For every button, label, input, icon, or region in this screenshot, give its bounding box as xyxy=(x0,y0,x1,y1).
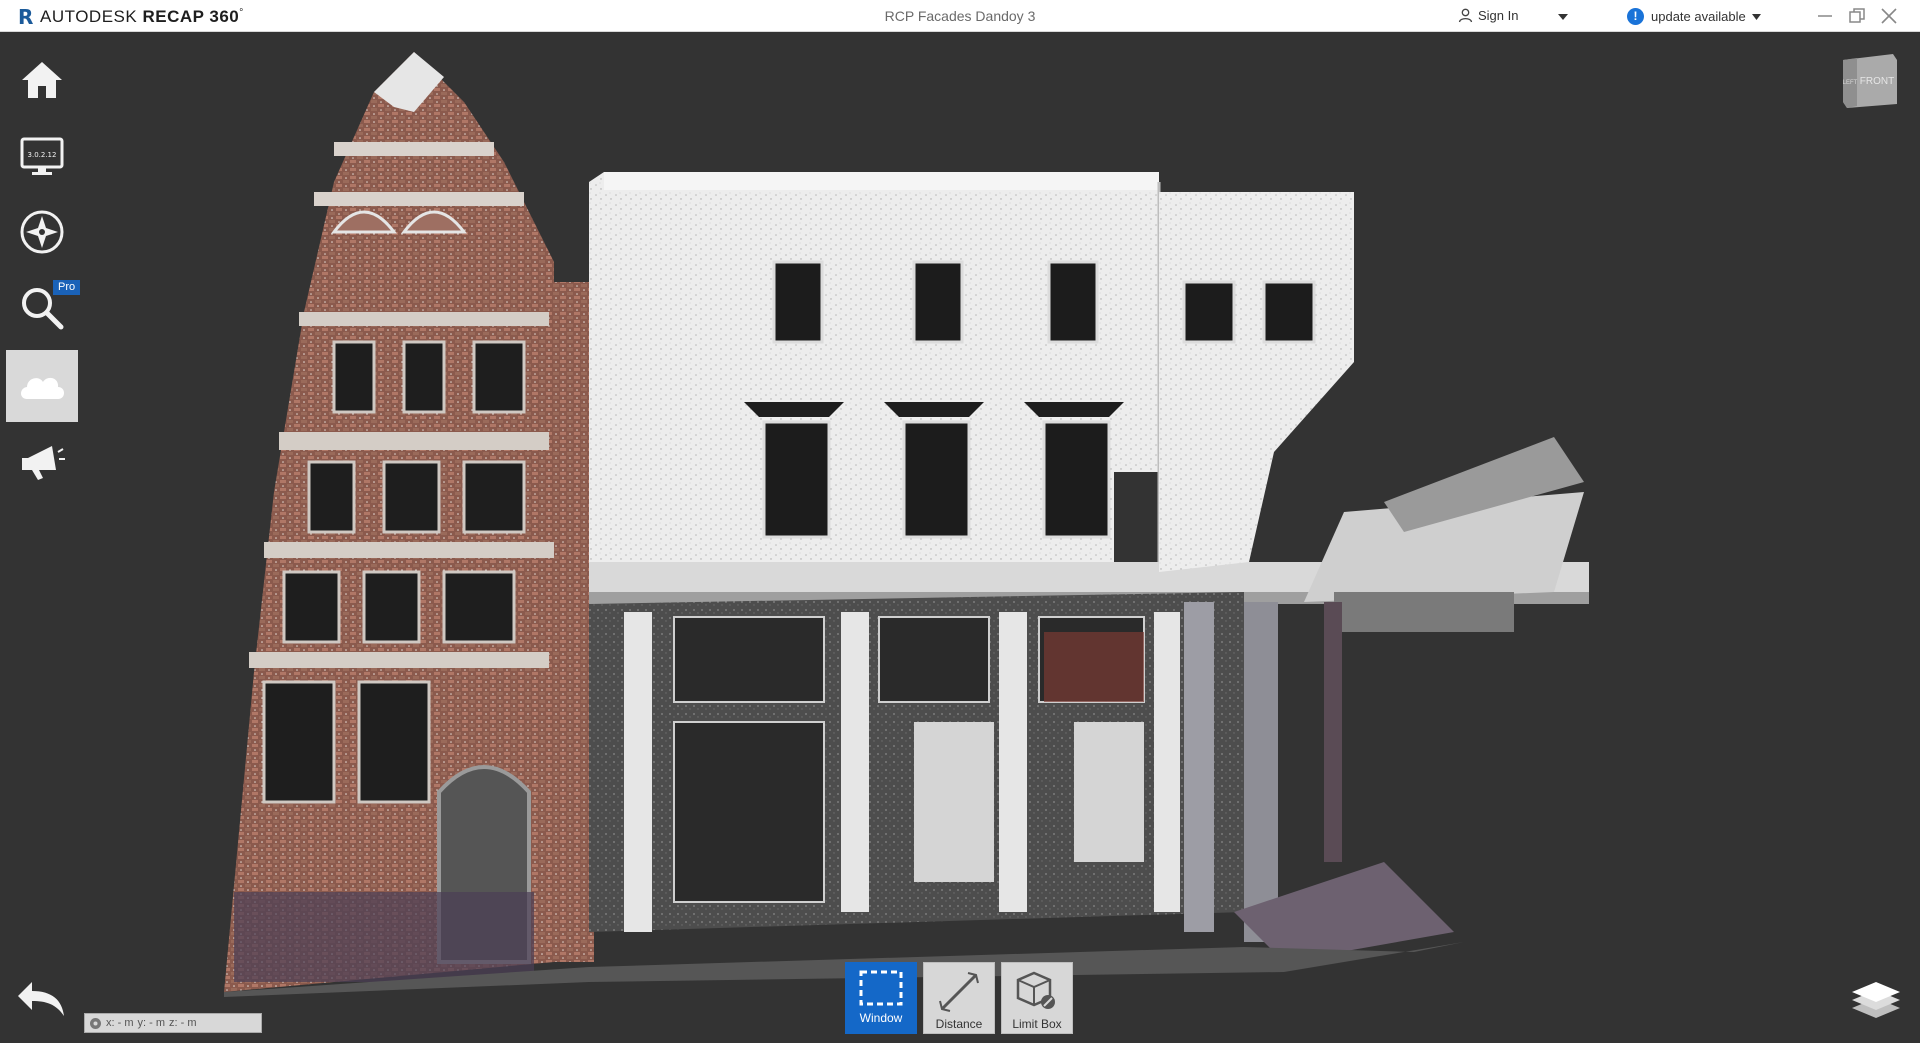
limit-box-tool-label: Limit Box xyxy=(1012,1017,1062,1031)
window-select-icon xyxy=(859,970,903,1006)
coord-z: z: - m xyxy=(169,1017,197,1029)
navigation-button[interactable] xyxy=(6,196,78,268)
signin-label: Sign In xyxy=(1478,8,1519,23)
compass-icon xyxy=(20,210,64,254)
cloud-button[interactable] xyxy=(6,350,78,422)
limit-box-icon xyxy=(1016,971,1055,1009)
left-building xyxy=(224,52,554,992)
signin-dropdown-icon[interactable] xyxy=(1558,14,1568,20)
back-arrow-icon[interactable] xyxy=(14,974,70,1022)
user-icon xyxy=(1458,8,1473,23)
window-tool-button[interactable]: Window xyxy=(845,962,917,1034)
view-cube[interactable]: FRONT LEFT xyxy=(1833,52,1903,112)
coord-y: y: - m xyxy=(137,1017,166,1029)
brick-pilaster xyxy=(554,282,594,962)
measure-toolbar: Window Distance Limit Box xyxy=(845,962,1073,1034)
chevron-down-icon xyxy=(1751,13,1761,20)
update-label: update available xyxy=(1651,9,1746,24)
cloud-icon xyxy=(21,377,64,399)
monitor-icon: 3.0.2.12 xyxy=(20,137,64,175)
signin-button[interactable]: Sign In xyxy=(1458,8,1518,23)
coord-x: x: - m xyxy=(106,1017,134,1029)
announcements-button[interactable] xyxy=(6,426,78,498)
view-cube-front-label: FRONT xyxy=(1860,76,1894,87)
title-bar: R AUTODESK RECAP 360° RCP Facades Dandoy… xyxy=(0,0,1920,32)
home-icon xyxy=(22,62,62,98)
restore-icon[interactable] xyxy=(1847,6,1867,26)
left-toolbar: 3.0.2.12 Pro xyxy=(0,32,84,1043)
megaphone-icon xyxy=(22,446,65,480)
ground-floor xyxy=(589,592,1454,962)
minimize-icon[interactable] xyxy=(1815,6,1835,26)
update-available-button[interactable]: ! update available xyxy=(1627,8,1761,25)
close-icon[interactable] xyxy=(1879,6,1899,26)
layers-icon[interactable] xyxy=(1850,976,1902,1024)
coordinates-readout: x: - m y: - m z: - m xyxy=(84,1013,262,1033)
3d-viewport[interactable] xyxy=(84,32,1920,1043)
distance-tool-label: Distance xyxy=(935,1017,983,1031)
monitor-icon-text: 3.0.2.12 xyxy=(28,151,57,159)
distance-tool-button[interactable]: Distance xyxy=(923,962,995,1034)
home-button[interactable] xyxy=(6,44,78,116)
view-cube-side-label: LEFT xyxy=(1843,80,1858,86)
distance-icon xyxy=(939,972,979,1012)
limit-box-tool-button[interactable]: Limit Box xyxy=(1001,962,1073,1034)
pro-badge: Pro xyxy=(53,280,81,295)
display-settings-button[interactable]: 3.0.2.12 xyxy=(6,120,78,192)
info-icon: ! xyxy=(1627,8,1644,25)
search-button[interactable]: Pro xyxy=(6,272,81,344)
target-icon xyxy=(90,1017,101,1029)
window-tool-label: Window xyxy=(859,1011,903,1025)
point-cloud-model[interactable] xyxy=(84,32,1920,1043)
